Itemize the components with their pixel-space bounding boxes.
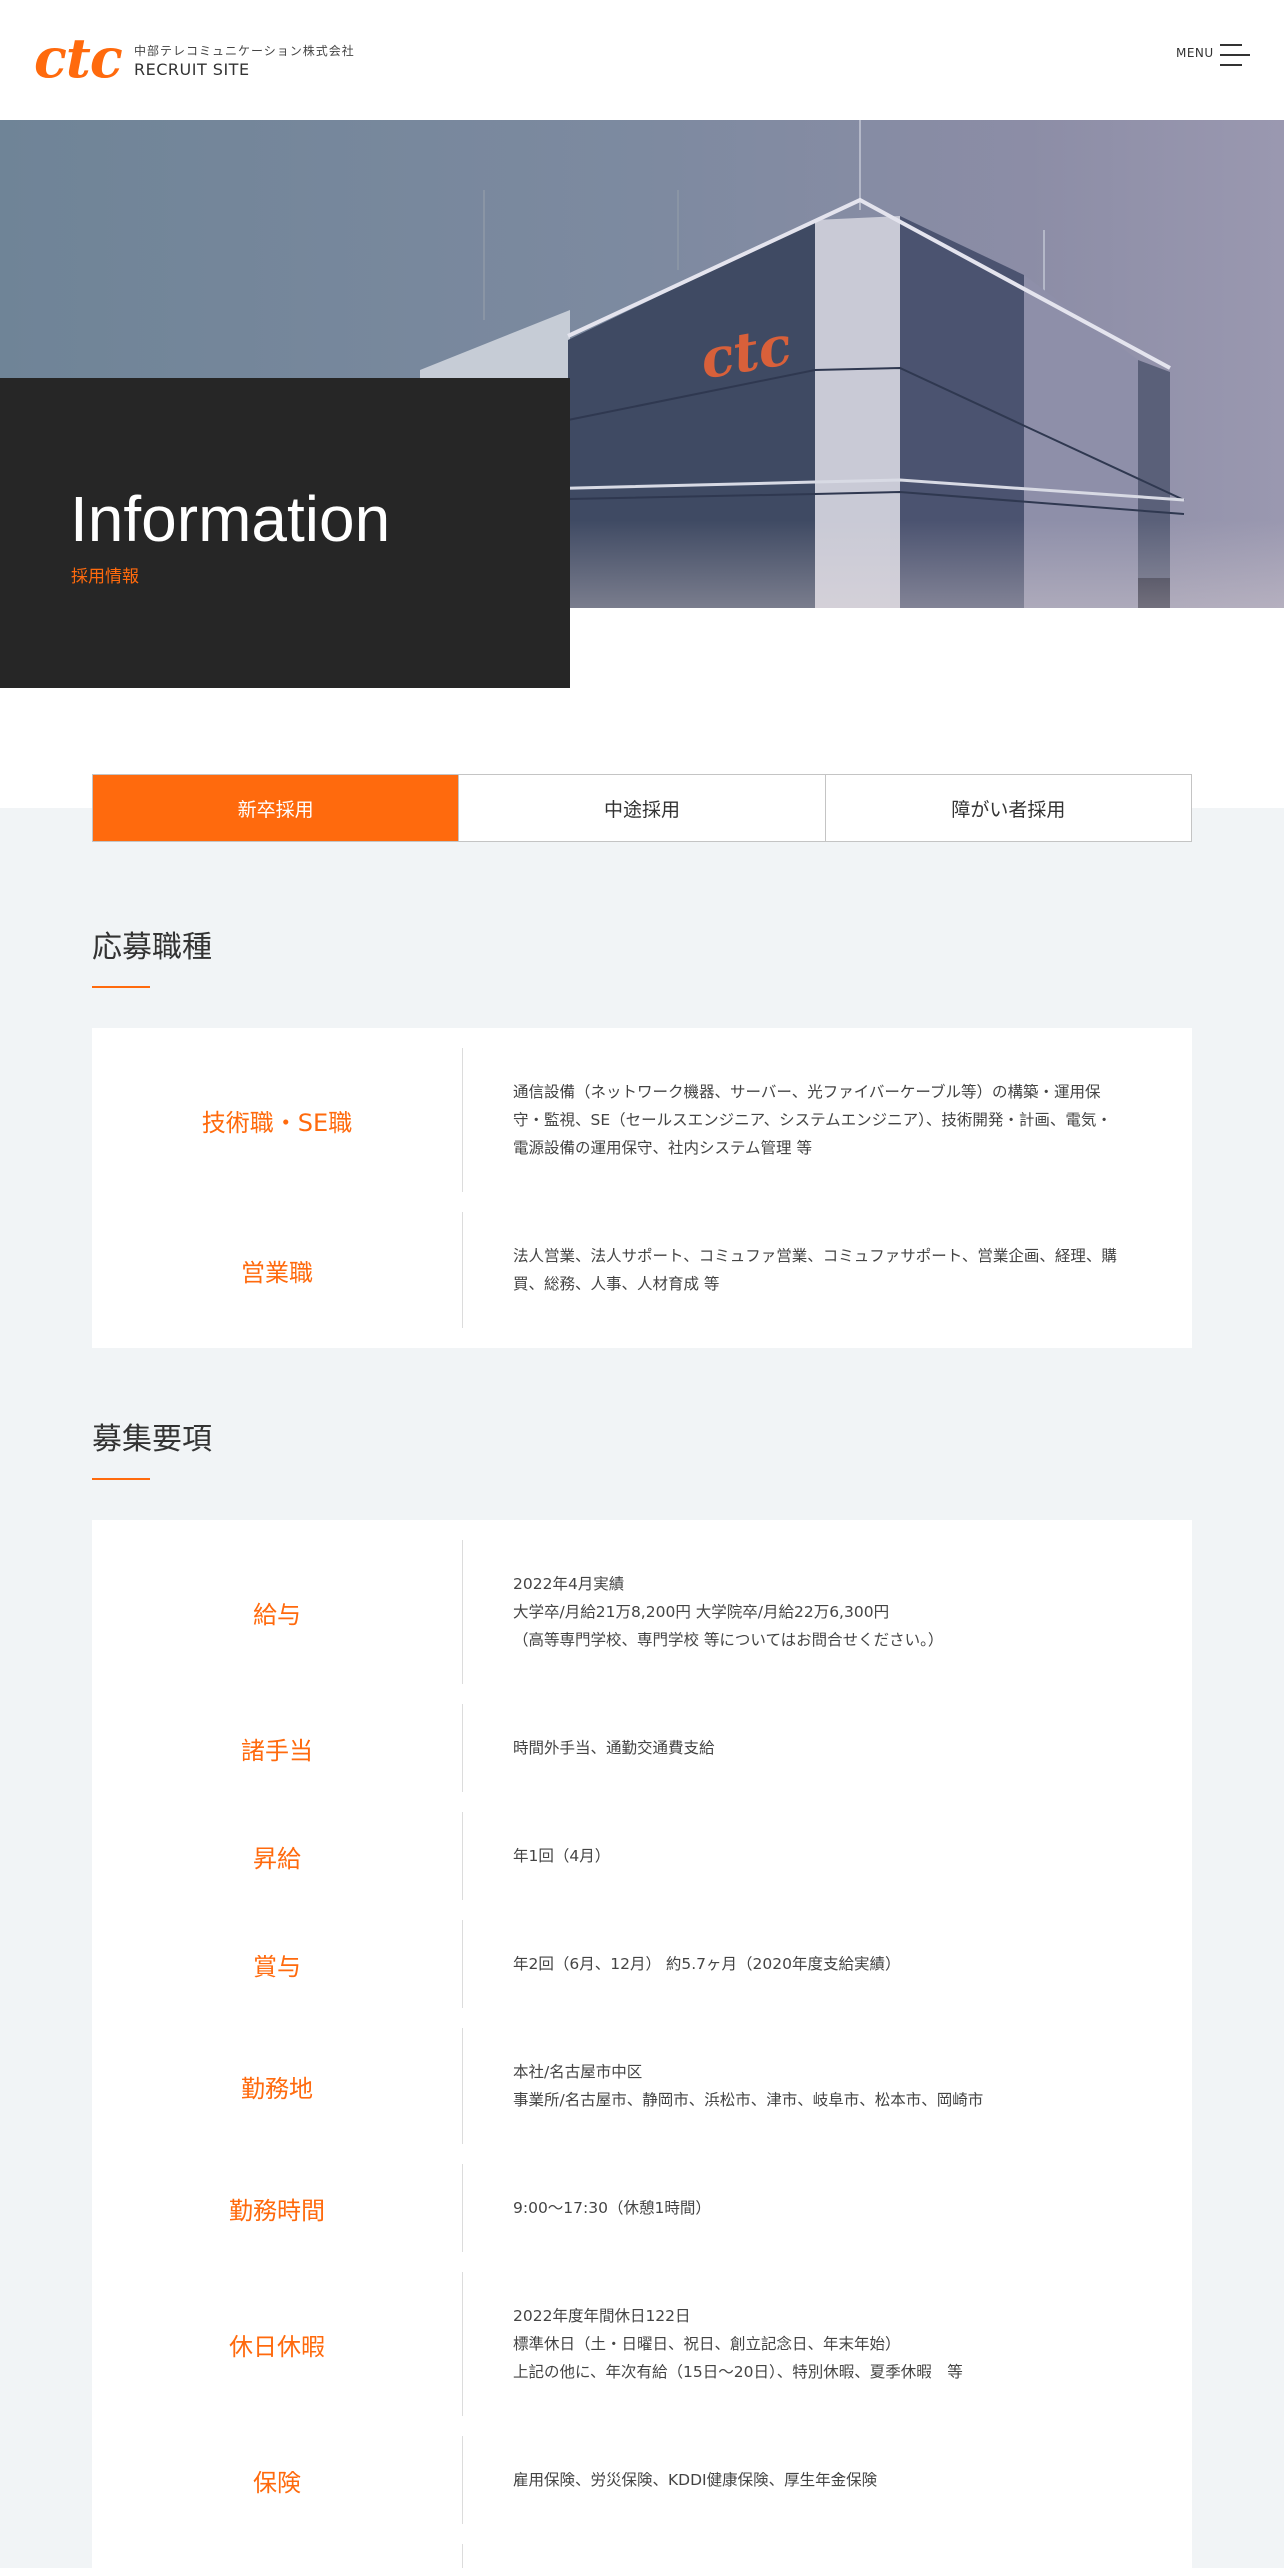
row-divider xyxy=(462,1540,463,1684)
requirement-value: 2022年4月実績 大学卒/月給21万8,200円 大学院卒/月給22万6,30… xyxy=(513,1575,944,1649)
requirement-row: 保険 雇用保険、労災保険、KDDI健康保険、厚生年金保険 xyxy=(92,2436,1192,2524)
recruit-site-label: RECRUIT SITE xyxy=(134,60,250,79)
row-divider xyxy=(462,1048,463,1192)
position-description: 法人営業、法人サポート、コミュファ営業、コミュファサポート、営業企画、経理、購 … xyxy=(513,1247,1117,1293)
position-label: 技術職・SE職 xyxy=(201,1108,353,1137)
site-header: ctc 中部テレコミュニケーション株式会社 RECRUIT SITE MENU xyxy=(0,0,1284,120)
menu-button[interactable]: MENU xyxy=(1176,40,1256,70)
menu-label: MENU xyxy=(1176,46,1214,60)
position-row: 技術職・SE職 通信設備（ネットワーク機器、サーバー、光ファイバーケーブル等）の… xyxy=(92,1048,1192,1192)
tab-disability[interactable]: 障がい者採用 xyxy=(824,775,1191,841)
row-divider xyxy=(462,2544,463,2568)
ctc-logo[interactable]: ctc xyxy=(34,28,123,88)
requirement-row: 給与 2022年4月実績 大学卒/月給21万8,200円 大学院卒/月給22万6… xyxy=(92,1540,1192,1684)
requirement-row: 昇給 年1回（4月） xyxy=(92,1812,1192,1900)
requirement-value: 時間外手当、通勤交通費支給 xyxy=(513,1739,715,1757)
row-divider xyxy=(462,2272,463,2416)
requirement-label: 昇給 xyxy=(253,1844,301,1873)
tab-mid-career[interactable]: 中途採用 xyxy=(458,775,824,841)
requirement-row: 諸手当 時間外手当、通勤交通費支給 xyxy=(92,1704,1192,1792)
requirement-label: 勤務時間 xyxy=(229,2196,325,2225)
recruit-tabs: 新卒採用 中途採用 障がい者採用 xyxy=(92,774,1192,842)
company-name: 中部テレコミュニケーション株式会社 xyxy=(134,44,355,58)
section-underline xyxy=(92,986,150,988)
position-row: 営業職 法人営業、法人サポート、コミュファ営業、コミュファサポート、営業企画、経… xyxy=(92,1212,1192,1328)
page-subtitle: 採用情報 xyxy=(71,567,139,587)
row-divider xyxy=(462,1704,463,1792)
requirement-value: 年2回（6月、12月） 約5.7ヶ月（2020年度支給実績） xyxy=(513,1955,901,1973)
requirement-row: 勤務時間 9:00～17:30（休憩1時間） xyxy=(92,2164,1192,2252)
requirement-value: 2022年度年間休日122日 標準休日（土・日曜日、祝日、創立記念日、年末年始）… xyxy=(513,2307,963,2381)
position-label: 営業職 xyxy=(241,1258,313,1287)
requirement-value: 本社/名古屋市中区 事業所/名古屋市、静岡市、浜松市、津市、岐阜市、松本市、岡崎… xyxy=(513,2063,984,2109)
requirement-label: 勤務地 xyxy=(241,2074,313,2103)
requirement-value: 年1回（4月） xyxy=(513,1847,611,1865)
page-title-box: Information 採用情報 xyxy=(0,378,570,688)
requirement-label: 給与 xyxy=(253,1600,301,1629)
row-divider xyxy=(462,1920,463,2008)
requirement-row: 賞与 年2回（6月、12月） 約5.7ヶ月（2020年度支給実績） xyxy=(92,1920,1192,2008)
section-title-requirements: 募集要項 xyxy=(92,1422,212,1457)
row-divider xyxy=(462,2164,463,2252)
section-underline xyxy=(92,1478,150,1480)
requirement-label: 保険 xyxy=(253,2468,301,2497)
requirement-row: 勤務地 本社/名古屋市中区 事業所/名古屋市、静岡市、浜松市、津市、岐阜市、松本… xyxy=(92,2028,1192,2144)
requirement-label: 賞与 xyxy=(253,1952,301,1981)
requirement-value: 雇用保険、労災保険、KDDI健康保険、厚生年金保険 xyxy=(513,2471,878,2489)
tab-new-graduate[interactable]: 新卒採用 xyxy=(93,775,459,841)
row-divider xyxy=(462,1212,463,1328)
row-divider xyxy=(462,2028,463,2144)
position-description: 通信設備（ネットワーク機器、サーバー、光ファイバーケーブル等）の構築・運用保 守… xyxy=(513,1083,1112,1157)
requirement-value: 9:00～17:30（休憩1時間） xyxy=(513,2199,711,2217)
requirement-label: 諸手当 xyxy=(241,1736,313,1765)
page-title: Information xyxy=(70,483,391,555)
hamburger-icon xyxy=(1220,44,1250,66)
positions-card: 技術職・SE職 通信設備（ネットワーク機器、サーバー、光ファイバーケーブル等）の… xyxy=(92,1028,1192,1348)
row-divider xyxy=(462,1812,463,1900)
requirement-label: 休日休暇 xyxy=(229,2332,325,2361)
requirement-row: 休日休暇 2022年度年間休日122日 標準休日（土・日曜日、祝日、創立記念日、… xyxy=(92,2272,1192,2416)
row-divider xyxy=(462,2436,463,2524)
requirements-card: 給与 2022年4月実績 大学卒/月給21万8,200円 大学院卒/月給22万6… xyxy=(92,1520,1192,2568)
section-title-positions: 応募職種 xyxy=(92,930,212,965)
